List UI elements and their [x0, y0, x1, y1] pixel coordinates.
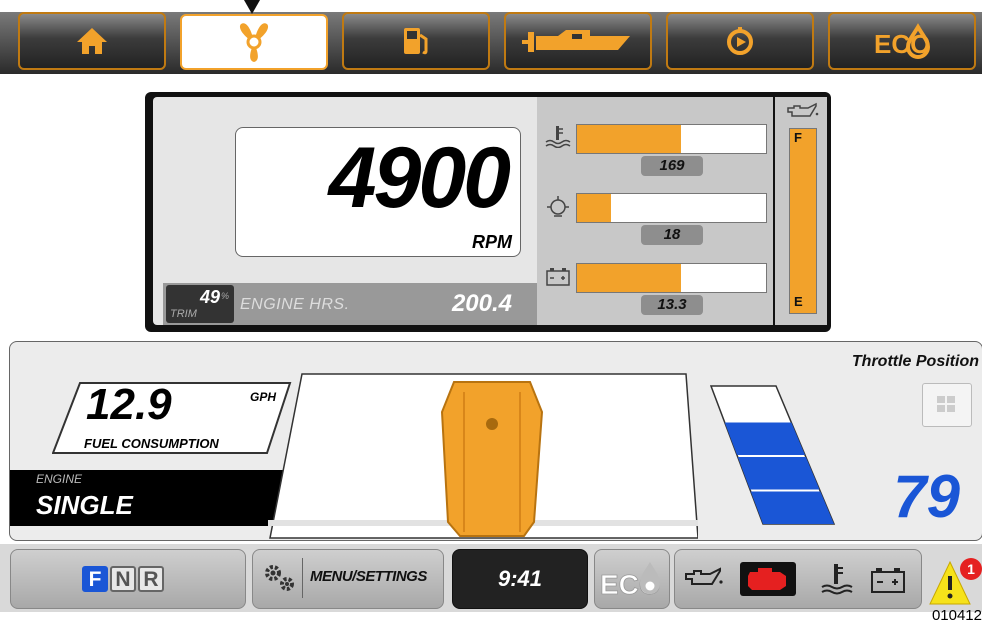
- throttle-segment: [724, 422, 805, 455]
- throttle-segment: [750, 491, 834, 524]
- rpm-value: 4900: [328, 130, 511, 226]
- fuel-empty-label: E: [794, 294, 803, 309]
- gear-forward: F: [82, 566, 108, 592]
- battery-icon: [546, 268, 570, 286]
- battery-voltage-value: 13.3: [641, 295, 703, 315]
- tab-eco[interactable]: ECO: [828, 12, 976, 70]
- propeller-icon: [239, 23, 269, 62]
- alert-count-badge: 1: [960, 558, 982, 580]
- fuel-full-label: F: [794, 130, 802, 145]
- menu-settings-label: MENU/SETTINGS: [310, 568, 427, 585]
- gauge-fill: [577, 264, 681, 292]
- reference-id: 010412: [931, 607, 982, 624]
- grid-icon: [937, 396, 955, 412]
- gears-icon: [265, 565, 294, 591]
- gear-neutral: N: [110, 566, 136, 592]
- engine-check-icon: [748, 568, 786, 590]
- boat-icon: [522, 30, 630, 52]
- eco-icon: ECO: [874, 23, 930, 59]
- throttle-lever-handle[interactable]: [440, 381, 544, 537]
- clock-time: 9:41: [497, 566, 543, 591]
- fuel-level-tube: [789, 128, 817, 314]
- tab-propulsion[interactable]: [180, 14, 328, 70]
- gear-reverse: R: [138, 566, 164, 592]
- fuel-consumption-value: 12.9: [86, 380, 172, 429]
- throttle-segment: [737, 457, 820, 490]
- tab-fuel[interactable]: [342, 12, 490, 70]
- tab-home[interactable]: [18, 12, 166, 70]
- trim-unit: %: [221, 291, 230, 301]
- oil-pressure-gauge: [576, 193, 767, 223]
- oil-can-icon: [787, 102, 819, 117]
- oil-pressure-icon: [547, 196, 569, 217]
- water-temperature-value: 169: [641, 156, 703, 176]
- throttle-lever-area: [268, 373, 698, 539]
- engine-check-indicator: [740, 562, 796, 596]
- throttle-position-bar: [710, 385, 836, 525]
- throttle-position-title: Throttle Position: [851, 353, 979, 370]
- rpm-unit: RPM: [472, 232, 512, 252]
- water-temperature-gauge: [576, 124, 767, 154]
- tab-vessel[interactable]: [504, 12, 652, 70]
- menu-divider: [302, 558, 303, 598]
- throttle-position-value: 79: [893, 463, 960, 530]
- gauge-fill: [577, 194, 612, 222]
- engine-selector-label: ENGINE: [36, 472, 83, 486]
- battery-warning-icon: [871, 568, 905, 593]
- trim-value: 49: [199, 287, 220, 307]
- eco-leaf-icon: ECO: [600, 562, 661, 600]
- engine-hours-label: ENGINE HRS.: [240, 296, 350, 313]
- temperature-warning-icon: [821, 564, 853, 595]
- fuel-consumption-label: FUEL CONSUMPTION: [84, 436, 219, 451]
- engine-hours-value: 200.4: [451, 290, 512, 317]
- home-icon: [77, 28, 107, 54]
- gauge-fill: [577, 125, 681, 153]
- water-temperature-icon: [545, 126, 571, 148]
- active-tab-pointer: [244, 0, 260, 14]
- tab-power[interactable]: [666, 12, 814, 70]
- engine-selector-value: SINGLE: [36, 490, 133, 520]
- oil-pressure-warning-icon: [685, 567, 723, 585]
- layout-grid-button[interactable]: [922, 383, 972, 427]
- oil-pressure-value: 18: [641, 225, 703, 245]
- battery-voltage-gauge: [576, 263, 767, 293]
- power-icon: [727, 27, 753, 55]
- fuel-pump-icon: [404, 28, 428, 55]
- trim-label: TRIM: [170, 308, 197, 320]
